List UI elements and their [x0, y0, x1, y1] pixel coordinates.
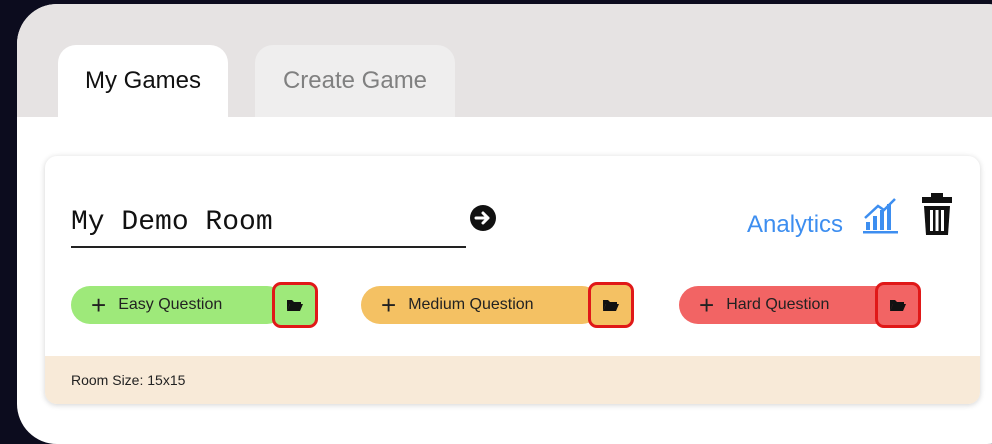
folder-open-icon [603, 300, 619, 311]
room-name-input[interactable] [71, 198, 466, 248]
easy-question-label: Easy Question [118, 296, 223, 313]
room-size-footer: Room Size: 15x15 [45, 356, 980, 404]
add-medium-question-button[interactable]: + Medium Question [361, 286, 601, 324]
plus-icon: + [699, 290, 715, 320]
analytics-link[interactable]: Analytics [747, 211, 843, 239]
tab-my-games[interactable]: My Games [58, 45, 228, 117]
easy-question-folder-button[interactable] [272, 282, 318, 328]
trash-icon[interactable] [921, 192, 953, 236]
tab-create-game[interactable]: Create Game [255, 45, 455, 117]
hard-question-label: Hard Question [726, 296, 830, 313]
tab-bar: My Games Create Game [17, 4, 992, 117]
medium-question-folder-button[interactable] [588, 282, 634, 328]
add-easy-question-button[interactable]: + Easy Question [71, 286, 286, 324]
folder-open-icon [287, 300, 303, 311]
folder-open-icon [890, 300, 906, 311]
medium-question-label: Medium Question [408, 296, 534, 313]
arrow-right-circle-icon[interactable] [470, 205, 496, 231]
add-hard-question-button[interactable]: + Hard Question [679, 286, 901, 324]
room-card: Analytics + Easy Question [45, 156, 980, 404]
hard-question-folder-button[interactable] [875, 282, 921, 328]
games-panel: My Games Create Game Analytics + [17, 4, 992, 444]
bar-chart-icon[interactable] [862, 196, 900, 234]
plus-icon: + [91, 290, 107, 320]
room-size-text: Room Size: 15x15 [71, 372, 186, 388]
plus-icon: + [381, 290, 397, 320]
